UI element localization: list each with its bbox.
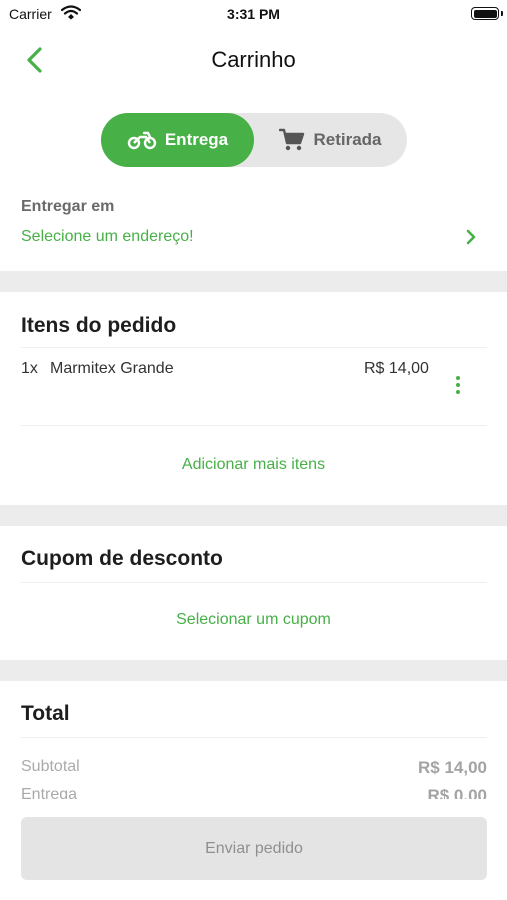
status-time: 3:31 PM [227, 6, 280, 22]
cart-icon [279, 128, 305, 151]
motorcycle-icon [127, 131, 157, 150]
select-address-link[interactable]: Selecione um endereço! [21, 228, 194, 246]
subtotal-label: Subtotal [21, 758, 80, 775]
delivery-address-section: Entregar em Selecione um endereço! [0, 190, 507, 270]
delivery-label: Entregar em [21, 198, 115, 215]
battery-icon [471, 7, 503, 20]
chevron-right-icon[interactable] [464, 228, 478, 251]
divider [21, 582, 487, 583]
section-divider [0, 505, 507, 526]
order-items-title: Itens do pedido [21, 314, 177, 337]
divider [21, 425, 487, 426]
status-bar: Carrier 3:31 PM [0, 0, 507, 30]
divider [21, 347, 487, 348]
item-name: Marmitex Grande [50, 360, 174, 377]
tab-retirada-label: Retirada [313, 130, 382, 149]
page-title: Carrinho [211, 47, 296, 72]
delivery-fee-value: R$ 0,00 [427, 786, 487, 799]
item-quantity: 1x [21, 360, 38, 377]
divider [21, 737, 487, 738]
delivery-mode-toggle: Entrega Retirada [101, 113, 407, 167]
add-more-items-button[interactable]: Adicionar mais itens [0, 456, 507, 474]
section-divider [0, 271, 507, 292]
select-coupon-button[interactable]: Selecionar um cupom [0, 611, 507, 629]
send-order-button[interactable]: Enviar pedido [21, 817, 487, 880]
section-divider [0, 660, 507, 681]
delivery-fee-label: Entrega [21, 786, 78, 799]
delivery-fee-row: Entrega R$ 0,00 [21, 786, 487, 799]
more-options-icon[interactable] [452, 376, 464, 398]
subtotal-row: Subtotal R$ 14,00 [21, 758, 487, 777]
tab-entrega-label: Entrega [164, 130, 229, 149]
item-price: R$ 14,00 [364, 360, 429, 377]
tab-entrega[interactable]: Entrega [101, 113, 254, 167]
nav-header: Carrinho [0, 30, 507, 90]
scroll-clip: Entrega R$ 0,00 [0, 782, 507, 799]
total-title: Total [21, 702, 70, 725]
subtotal-value: R$ 14,00 [418, 758, 487, 777]
tab-retirada[interactable]: Retirada [254, 113, 407, 167]
coupon-title: Cupom de desconto [21, 547, 223, 570]
